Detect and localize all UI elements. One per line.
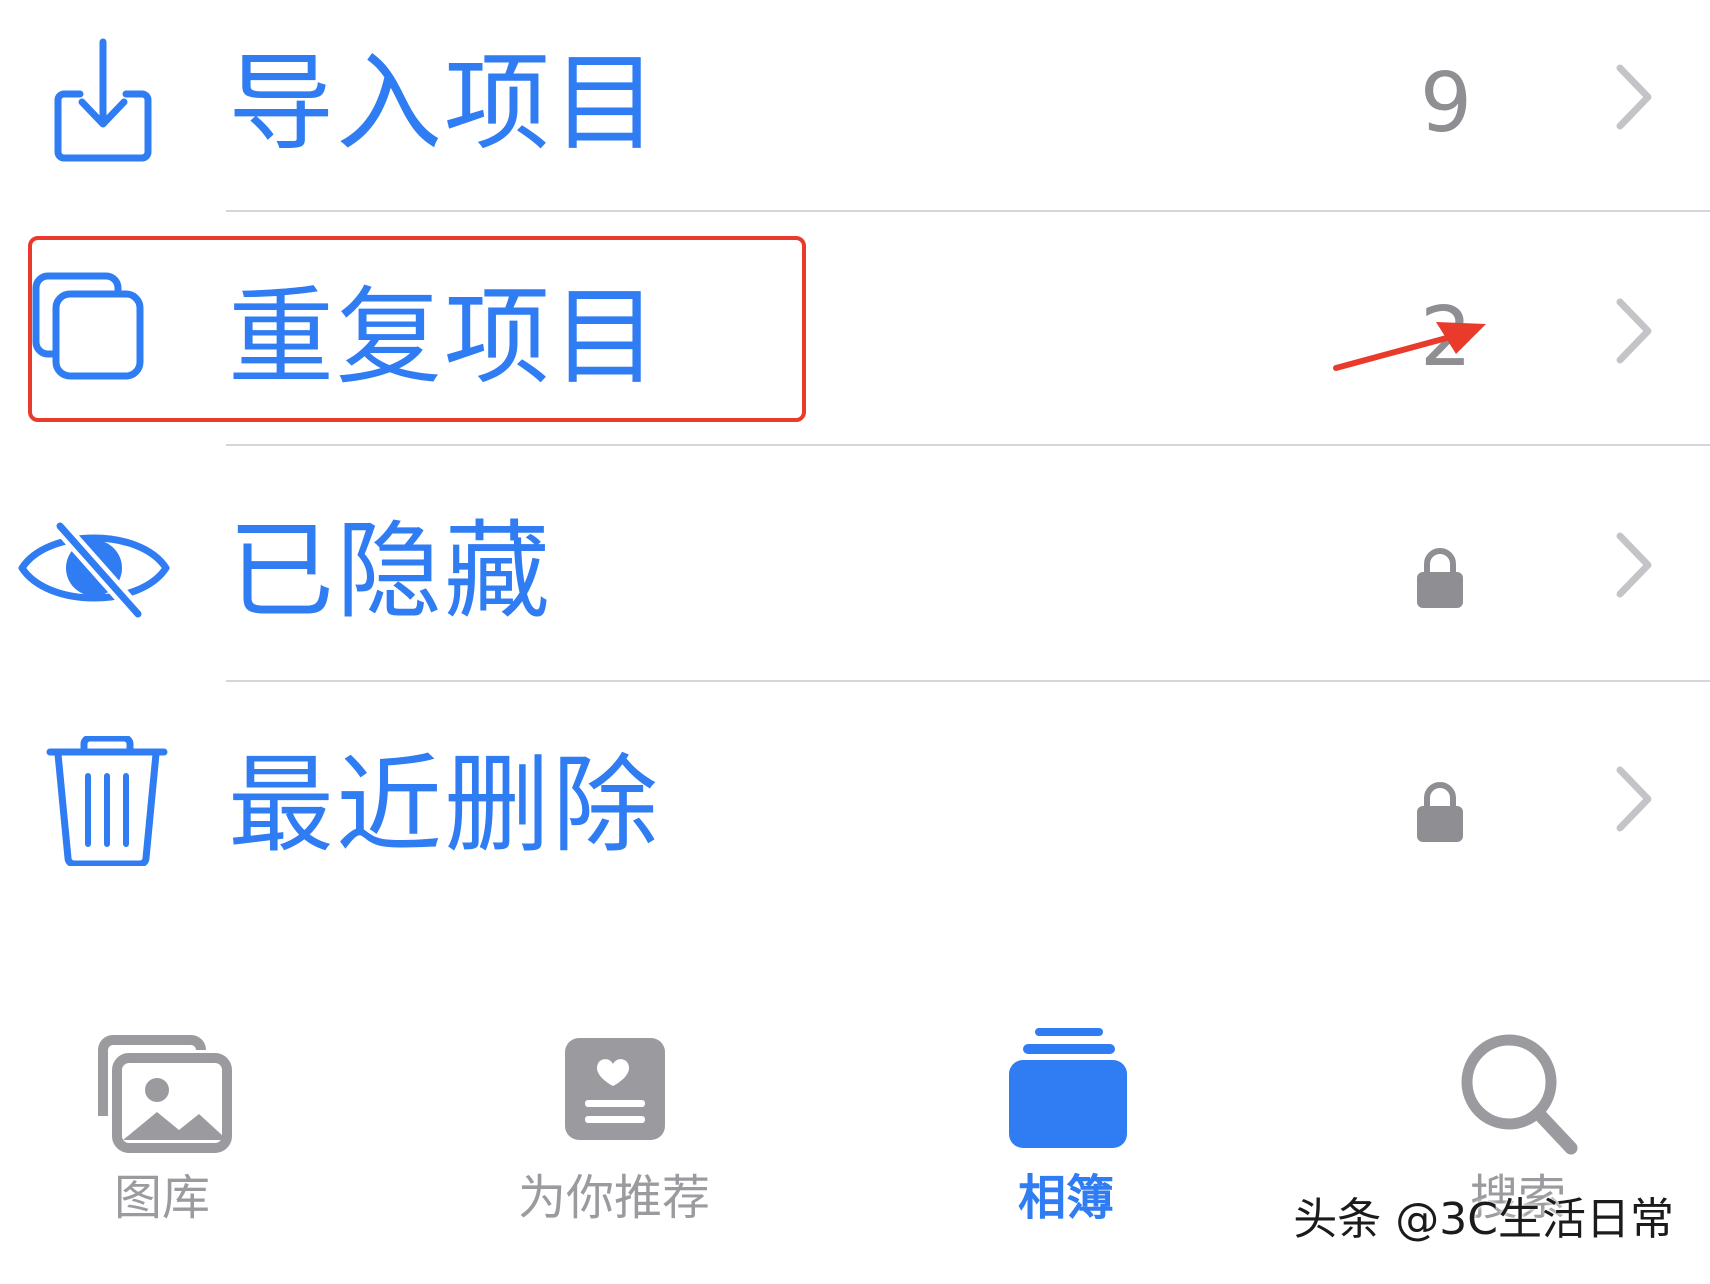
search-icon xyxy=(1443,1028,1593,1158)
tab-label: 图库 xyxy=(113,1170,210,1226)
lock-icon xyxy=(1417,548,1463,608)
highlight-annotation-box xyxy=(28,236,806,422)
chevron-right-icon xyxy=(1616,64,1652,130)
list-item-label: 导入项目 xyxy=(228,42,660,165)
tab-for-you[interactable]: 为你推荐 xyxy=(464,1000,764,1240)
row-separator xyxy=(226,444,1710,446)
row-separator xyxy=(226,210,1710,212)
tab-label: 相簿 xyxy=(1017,1170,1114,1226)
chevron-right-icon xyxy=(1616,766,1652,832)
list-item-label: 最近删除 xyxy=(228,744,660,867)
chevron-right-icon xyxy=(1616,298,1652,364)
import-icon xyxy=(14,34,174,164)
tab-bar: 图库 为你推荐 相簿 搜索 头条 @3C生活日常 xyxy=(0,1000,1710,1284)
watermark: 头条 @3C生活日常 xyxy=(1293,1194,1674,1245)
for-you-icon xyxy=(539,1028,689,1158)
tab-library[interactable]: 图库 xyxy=(12,1000,312,1240)
arrow-annotation-icon xyxy=(1333,322,1486,371)
lock-icon xyxy=(1417,782,1463,842)
item-count: 9 xyxy=(1419,56,1472,151)
row-separator xyxy=(226,680,1710,682)
tab-albums[interactable]: 相簿 xyxy=(916,1000,1216,1240)
photos-icon xyxy=(87,1028,237,1158)
albums-icon xyxy=(991,1028,1141,1158)
eye-slash-icon xyxy=(14,502,174,632)
list-item-hidden[interactable]: 已隐藏 xyxy=(0,468,1710,701)
list-item-imports[interactable]: 导入项目 9 xyxy=(0,0,1710,233)
list-item-label: 已隐藏 xyxy=(228,510,552,633)
chevron-right-icon xyxy=(1616,532,1652,598)
list-item-recently-deleted[interactable]: 最近删除 xyxy=(0,702,1710,935)
trash-icon xyxy=(14,736,174,866)
tab-label: 为你推荐 xyxy=(517,1170,710,1226)
